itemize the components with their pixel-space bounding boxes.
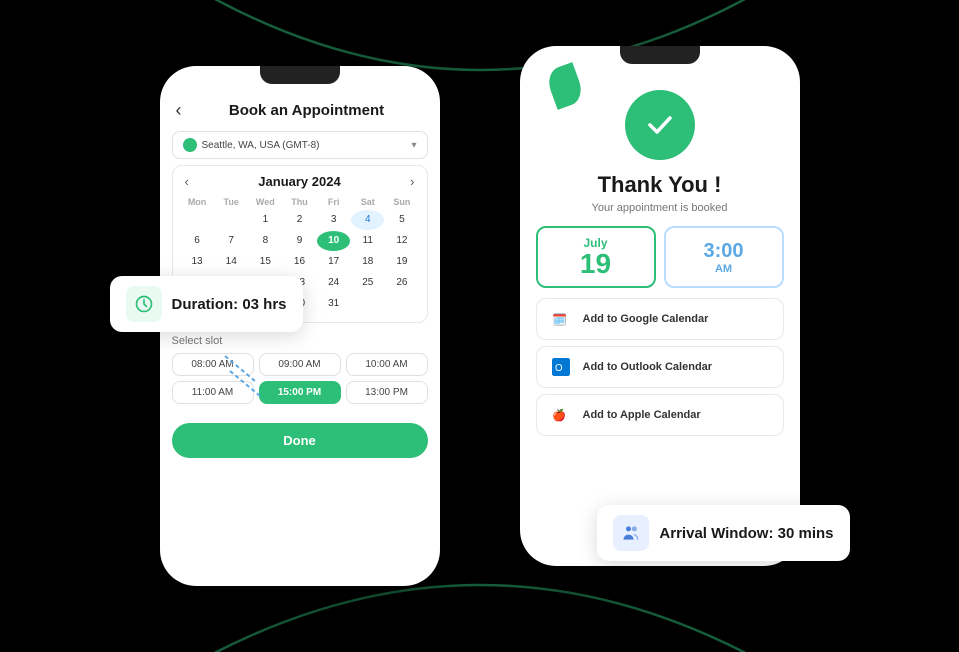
deco-arrows	[215, 346, 275, 406]
arrival-badge: Arrival Window: 30 mins	[597, 505, 849, 561]
calendar-day[interactable]: 14	[215, 252, 248, 272]
calendar-day[interactable]: 4	[351, 210, 384, 230]
calendar-day[interactable]: 8	[249, 231, 282, 251]
calendar-day	[385, 294, 418, 314]
calendar-day	[351, 294, 384, 314]
calendar-day-header: Sat	[351, 195, 384, 209]
calendar-option-apple[interactable]: 🍎 Add to Apple Calendar	[536, 394, 784, 436]
arrival-icon-container	[613, 515, 649, 551]
confirmation-phone: Thank You ! Your appointment is booked J…	[520, 46, 800, 566]
calendar-option-label: Add to Apple Calendar	[583, 409, 701, 421]
arrival-text: Arrival Window: 30 mins	[659, 525, 833, 542]
calendar-day-header: Mon	[181, 195, 214, 209]
check-circle	[625, 90, 695, 160]
calendar-options: 🗓️ Add to Google Calendar O Add to Outlook …	[536, 298, 784, 436]
calendar-day	[215, 210, 248, 230]
date-box: July 19	[536, 226, 656, 288]
checkmark-icon	[642, 107, 678, 143]
svg-text:🍎: 🍎	[552, 408, 566, 422]
done-button[interactable]: Done	[172, 423, 428, 458]
calendar-day[interactable]: 1	[249, 210, 282, 230]
background: ‹ Book an Appointment Seattle, WA, USA (…	[0, 0, 959, 652]
calendar-day[interactable]: 3	[317, 210, 350, 230]
confirmation-body: Thank You ! Your appointment is booked J…	[520, 72, 800, 450]
date-time-row: July 19 3:00 AM	[536, 226, 784, 288]
phone-header: ‹ Book an Appointment	[160, 92, 440, 127]
calendar-day[interactable]: 15	[249, 252, 282, 272]
calendar-day[interactable]: 19	[385, 252, 418, 272]
calendar-day-header: Fri	[317, 195, 350, 209]
calendar-day[interactable]: 16	[283, 252, 316, 272]
calendar-day[interactable]: 11	[351, 231, 384, 251]
appointment-day: 19	[544, 250, 648, 278]
outlook-calendar-icon: O	[549, 355, 573, 379]
calendar-day[interactable]: 25	[351, 273, 384, 293]
calendar-day[interactable]: 9	[283, 231, 316, 251]
time-slot[interactable]: 13:00 PM	[346, 381, 428, 404]
phone-notch-right	[620, 46, 700, 64]
calendar-day[interactable]: 26	[385, 273, 418, 293]
calendar-month-year: January 2024	[258, 174, 340, 189]
duration-text: Duration: 03 hrs	[172, 296, 287, 313]
back-arrow-icon[interactable]: ‹	[176, 100, 182, 121]
location-text: Seattle, WA, USA (GMT-8)	[202, 140, 320, 151]
calendar-day[interactable]: 10	[317, 231, 350, 251]
calendar-day[interactable]: 13	[181, 252, 214, 272]
apple-calendar-icon: 🍎	[549, 403, 573, 427]
calendar-day-header: Wed	[249, 195, 282, 209]
time-box: 3:00 AM	[664, 226, 784, 288]
slot-grid: 08:00 AM09:00 AM10:00 AM11:00 AM15:00 PM…	[172, 353, 428, 404]
calendar-day[interactable]: 18	[351, 252, 384, 272]
calendar-day	[181, 210, 214, 230]
time-slot[interactable]: 10:00 AM	[346, 353, 428, 376]
calendar-option-label: Add to Google Calendar	[583, 313, 709, 325]
location-selector[interactable]: Seattle, WA, USA (GMT-8) ▾	[172, 131, 428, 159]
select-slot-label: Select slot	[172, 335, 428, 347]
people-icon	[621, 523, 641, 543]
booking-title: Book an Appointment	[190, 102, 424, 119]
calendar-option-label: Add to Outlook Calendar	[583, 361, 713, 373]
clock-icon-container	[126, 286, 162, 322]
google-calendar-icon: 🗓️	[549, 307, 573, 331]
svg-text:🗓️: 🗓️	[552, 313, 567, 327]
calendar-day[interactable]: 12	[385, 231, 418, 251]
slot-section: Select slot 08:00 AM09:00 AM10:00 AM11:0…	[160, 329, 440, 415]
calendar-option-google[interactable]: 🗓️ Add to Google Calendar	[536, 298, 784, 340]
appointment-time-suffix: AM	[715, 263, 732, 275]
booked-subtext: Your appointment is booked	[536, 202, 784, 214]
phone-notch-left	[260, 66, 340, 84]
globe-icon	[183, 138, 197, 152]
calendar-nav: ‹ January 2024 ›	[181, 174, 419, 189]
calendar-day[interactable]: 31	[317, 294, 350, 314]
appointment-time: 3:00	[703, 240, 743, 263]
calendar-day-header: Tue	[215, 195, 248, 209]
calendar-day[interactable]: 24	[317, 273, 350, 293]
next-month-button[interactable]: ›	[406, 174, 418, 189]
thank-you-heading: Thank You !	[536, 172, 784, 198]
calendar-day[interactable]: 6	[181, 231, 214, 251]
svg-text:O: O	[555, 363, 563, 374]
calendar-day[interactable]: 5	[385, 210, 418, 230]
calendar-option-outlook[interactable]: O Add to Outlook Calendar	[536, 346, 784, 388]
phones-container: ‹ Book an Appointment Seattle, WA, USA (…	[120, 36, 840, 616]
chevron-down-icon: ▾	[411, 140, 416, 151]
prev-month-button[interactable]: ‹	[181, 174, 193, 189]
calendar-day[interactable]: 7	[215, 231, 248, 251]
calendar-day[interactable]: 17	[317, 252, 350, 272]
clock-icon	[134, 294, 154, 314]
calendar-day[interactable]: 2	[283, 210, 316, 230]
calendar-day-header: Sun	[385, 195, 418, 209]
calendar-day-header: Thu	[283, 195, 316, 209]
duration-badge: Duration: 03 hrs	[110, 276, 303, 332]
